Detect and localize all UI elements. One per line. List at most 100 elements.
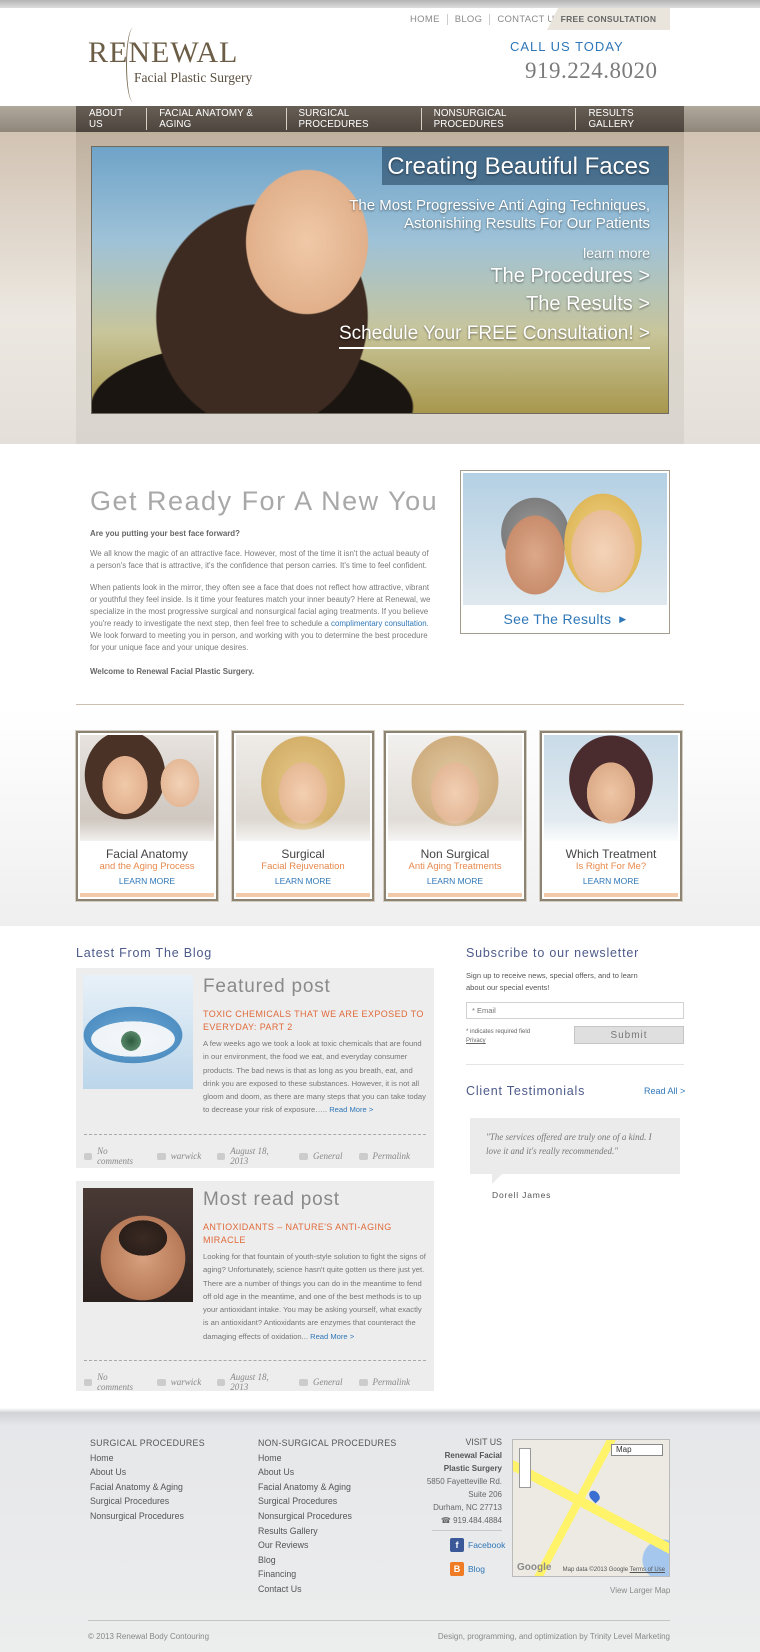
footer-nonsurgical-column: NON-SURGICAL PROCEDURES Home About Us Fa… (258, 1436, 397, 1597)
footer-link-surgical[interactable]: Surgical Procedures (90, 1494, 205, 1509)
map-terms-link[interactable]: Terms of Use (630, 1567, 665, 1573)
blog-post-most-read: Most read post ANTIOXIDANTS – NATURE'S A… (76, 1181, 434, 1392)
post-comments[interactable]: No comments (84, 1146, 141, 1166)
map-pin-icon[interactable] (587, 1488, 602, 1504)
footer-link-contact[interactable]: Contact Us (258, 1582, 397, 1597)
arrow-right-icon: ▶ (619, 613, 627, 624)
post-author[interactable]: warwick (156, 1372, 201, 1392)
footer-link-about-us[interactable]: About Us (90, 1465, 205, 1480)
tile-facial-anatomy[interactable]: Facial Anatomy and the Aging Process LEA… (76, 731, 218, 901)
facebook-link[interactable]: f Facebook (450, 1538, 505, 1552)
post-title[interactable]: TOXIC CHEMICALS THAT WE ARE EXPOSED TO E… (203, 1008, 425, 1034)
tile-learn-more[interactable]: LEARN MORE (236, 876, 370, 886)
tile-learn-more[interactable]: LEARN MORE (80, 876, 214, 886)
privacy-link[interactable]: Privacy (466, 1037, 530, 1046)
logo[interactable]: RENEWAL Facial Plastic Surgery (88, 28, 268, 102)
post-type: Most read post (203, 1189, 340, 1210)
divider (76, 704, 684, 705)
see-results-button[interactable]: See The Results ▶ (463, 605, 667, 633)
credits: Design, programming, and optimization by… (437, 1632, 670, 1641)
blog-heading: Latest From The Blog (76, 946, 212, 960)
user-icon (156, 1152, 166, 1160)
google-logo: Google (517, 1562, 552, 1573)
footer-link-nonsurgical[interactable]: Nonsurgical Procedures (90, 1509, 205, 1524)
testimonial-author: Dorell James (492, 1190, 552, 1200)
tile-learn-more[interactable]: LEARN MORE (544, 876, 678, 886)
post-type: Featured post (203, 976, 331, 997)
nav-about-us[interactable]: ABOUT US (76, 108, 146, 130)
nav-surgical-procedures[interactable]: SURGICAL PROCEDURES (285, 108, 421, 130)
see-results-card[interactable]: See The Results ▶ (460, 470, 670, 634)
submit-button[interactable]: Submit (574, 1026, 684, 1044)
footer-link-blog[interactable]: Blog (258, 1553, 397, 1568)
tile-text: Facial Anatomy and the Aging Process LEA… (80, 843, 214, 886)
footer-link-about-us[interactable]: About Us (258, 1465, 397, 1480)
footer-link-financing[interactable]: Financing (258, 1567, 397, 1582)
post-category[interactable]: General (299, 1372, 343, 1392)
blog-link[interactable]: B Blog (450, 1562, 485, 1576)
complimentary-consultation-link[interactable]: complimentary consultation (331, 619, 427, 628)
zoom-control[interactable] (519, 1448, 531, 1488)
footer-link-surgical[interactable]: Surgical Procedures (258, 1494, 397, 1509)
visit-address-1: 5850 Fayetteville Rd. (426, 1477, 502, 1486)
logo-main: RENEWAL (88, 36, 239, 69)
tile-text: Surgical Facial Rejuvenation LEARN MORE (236, 843, 370, 886)
footer-nonsurgical-heading: NON-SURGICAL PROCEDURES (258, 1438, 397, 1448)
post-author-text: warwick (170, 1151, 202, 1161)
footer-link-nonsurgical[interactable]: Nonsurgical Procedures (258, 1509, 397, 1524)
footer-link-facial-anatomy[interactable]: Facial Anatomy & Aging (258, 1480, 397, 1495)
free-consultation-button[interactable]: FREE CONSULTATION (547, 8, 670, 30)
visit-divider (432, 1530, 502, 1531)
post-comments-text: No comments (97, 1372, 134, 1392)
footer-link-results-gallery[interactable]: Results Gallery (258, 1524, 397, 1539)
testimonial-quote: "The services offered are truly one of a… (470, 1118, 680, 1184)
tile-surgical[interactable]: Surgical Facial Rejuvenation LEARN MORE (232, 731, 374, 901)
phone-number[interactable]: 919.224.8020 (525, 58, 658, 84)
email-field[interactable] (466, 1002, 684, 1019)
post-excerpt: A few weeks ago we took a look at toxic … (203, 1037, 427, 1117)
read-more-link[interactable]: Read More > (310, 1332, 354, 1341)
footer-link-reviews[interactable]: Our Reviews (258, 1538, 397, 1553)
link-icon (358, 1152, 368, 1160)
read-all-link[interactable]: Read All > (644, 1086, 685, 1096)
post-category[interactable]: General (299, 1146, 343, 1166)
clock-icon (217, 1378, 226, 1386)
post-thumbnail[interactable] (83, 975, 193, 1089)
view-larger-map-link[interactable]: View Larger Map (610, 1586, 670, 1595)
link-icon (358, 1378, 368, 1386)
footer-link-home[interactable]: Home (90, 1451, 205, 1466)
hero-procedures-link[interactable]: The Procedures > (490, 265, 650, 288)
intro-welcome: Welcome to Renewal Facial Plastic Surger… (90, 666, 434, 678)
nav-nonsurgical-procedures[interactable]: NONSURGICAL PROCEDURES (420, 108, 576, 130)
hero-subtitle-2: Astonishing Results For Our Patients (404, 215, 650, 232)
post-permalink-text: Permalink (372, 1377, 411, 1387)
visit-phone[interactable]: ☎ 919.484.4884 (416, 1514, 502, 1527)
read-more-link[interactable]: Read More > (329, 1105, 373, 1114)
post-title[interactable]: ANTIOXIDANTS – NATURE'S ANTI-AGING MIRAC… (203, 1221, 425, 1247)
tile-learn-more[interactable]: LEARN MORE (388, 876, 522, 886)
post-author[interactable]: warwick (156, 1146, 202, 1166)
tile-title: Surgical (281, 847, 325, 861)
post-comments[interactable]: No comments (84, 1372, 141, 1392)
footer-link-facial-anatomy[interactable]: Facial Anatomy & Aging (90, 1480, 205, 1495)
nav-results-gallery[interactable]: RESULTS GALLERY (575, 108, 684, 130)
user-icon (156, 1378, 166, 1386)
nav-facial-anatomy[interactable]: FACIAL ANATOMY & AGING (146, 108, 285, 130)
visit-heading: VISIT US (465, 1437, 502, 1447)
post-permalink[interactable]: Permalink (358, 1372, 411, 1392)
tile-non-surgical[interactable]: Non Surgical Anti Aging Treatments LEARN… (384, 731, 526, 901)
tile-which-treatment[interactable]: Which Treatment Is Right For Me? LEARN M… (540, 731, 682, 901)
post-category-text: General (313, 1377, 343, 1387)
footer-link-home[interactable]: Home (258, 1451, 397, 1466)
post-thumbnail[interactable] (83, 1188, 193, 1302)
post-permalink[interactable]: Permalink (358, 1146, 410, 1166)
copyright: © 2013 Renewal Body Contouring (88, 1632, 210, 1641)
top-link-blog[interactable]: BLOG (446, 14, 490, 25)
hero-schedule-link[interactable]: Schedule Your FREE Consultation! > (338, 323, 650, 349)
map-type-select[interactable]: Map (611, 1444, 663, 1456)
top-link-home[interactable]: HOME (406, 14, 447, 25)
google-map[interactable]: Map Google Map data ©2013 Google Terms o… (512, 1439, 670, 1577)
required-note: * indicates required field Privacy (466, 1028, 530, 1046)
logo-subtitle: Facial Plastic Surgery (134, 70, 253, 85)
hero-results-link[interactable]: The Results > (526, 293, 650, 316)
